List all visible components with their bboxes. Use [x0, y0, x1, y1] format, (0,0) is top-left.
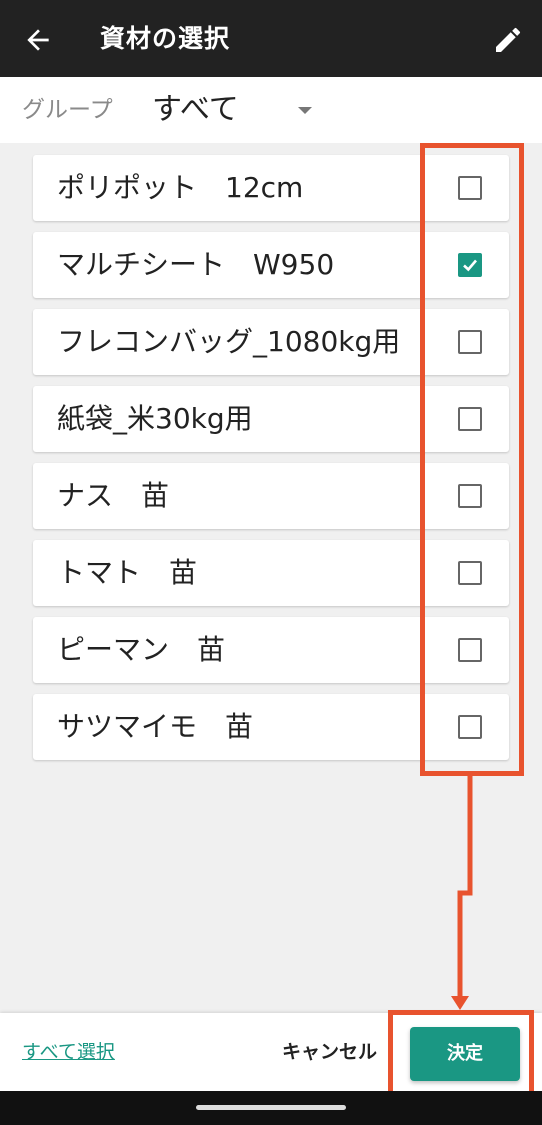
cancel-button[interactable]: キャンセル	[282, 1013, 377, 1091]
home-gesture-pill[interactable]	[196, 1105, 346, 1110]
confirm-button-highlight	[388, 1010, 534, 1102]
system-nav-bar	[0, 1091, 542, 1125]
arrow-connector	[451, 776, 473, 1010]
select-all-link[interactable]: すべて選択	[22, 1013, 115, 1091]
